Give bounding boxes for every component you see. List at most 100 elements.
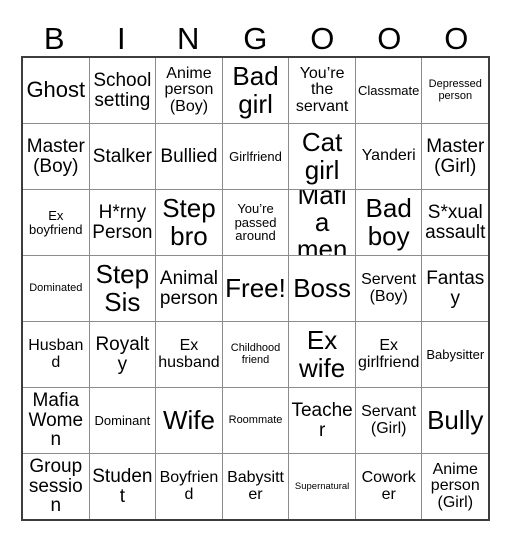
bingo-cell-label: Ghost (26, 77, 86, 103)
bingo-cell-label: Student (92, 465, 153, 507)
bingo-cell-label: Supernatural (294, 480, 350, 492)
bingo-cell-label: Ex wife (298, 325, 346, 383)
bingo-cell[interactable]: Supernatural (288, 454, 355, 519)
bingo-cell-label: Ex husband (158, 336, 220, 371)
bingo-cell-label: Fantasy (426, 267, 485, 309)
bingo-cell-label: Group session (28, 455, 83, 517)
bingo-cell[interactable]: You’re passed around (221, 190, 289, 255)
bingo-cell-label: H*rny Person (92, 201, 153, 243)
bingo-cell[interactable]: Servant (Girl) (354, 388, 422, 453)
bingo-cell[interactable]: Bad girl (221, 58, 289, 123)
bingo-cell[interactable]: Wife (155, 388, 222, 453)
bingo-cell[interactable]: Coworker (354, 454, 422, 519)
bingo-cell[interactable]: Classmate (354, 58, 422, 123)
bingo-cell[interactable]: You’re the servant (288, 58, 355, 123)
bingo-cell[interactable]: Teacher (288, 388, 355, 453)
bingo-cell[interactable]: Master (Boy) (23, 124, 89, 189)
bingo-cell[interactable]: Yanderi (354, 124, 422, 189)
bingo-cell-label: Servent (Boy) (361, 270, 417, 305)
bingo-header-letter: G (243, 21, 268, 56)
bingo-cell[interactable]: Stalker (88, 124, 156, 189)
bingo-header-letter: I (116, 21, 127, 56)
bingo-cell-label: Anime person (Girl) (430, 460, 480, 511)
bingo-cell-label: Ex boyfriend (29, 207, 83, 237)
bingo-cell-label: You’re passed around (234, 201, 277, 244)
bingo-cell[interactable]: Animal person (155, 256, 222, 321)
bingo-cell-label: Teacher (291, 399, 353, 441)
bingo-cell[interactable]: S*xual assault (421, 190, 488, 255)
bingo-cell[interactable]: Boyfriend (155, 454, 222, 519)
bingo-cell[interactable]: Dominant (88, 388, 156, 453)
bingo-cell[interactable]: Royalty (88, 322, 156, 387)
bingo-cell-label: Bullied (160, 145, 218, 167)
bingo-cell-label: Husband (28, 336, 84, 371)
bingo-cell-label: Free! (225, 272, 286, 303)
bingo-cell[interactable]: H*rny Person (88, 190, 156, 255)
bingo-cell-label: School setting (93, 69, 152, 111)
bingo-cell[interactable]: Babysitter (421, 322, 488, 387)
bingo-cell[interactable]: Fantasy (421, 256, 488, 321)
bingo-cell[interactable]: Anime person (Girl) (421, 454, 488, 519)
bingo-cell-label: Step bro (162, 193, 216, 251)
bingo-cell-label: Master (Girl) (426, 135, 485, 177)
bingo-cell-label: Master (Boy) (26, 135, 85, 177)
bingo-cell-label: Childhood friend (230, 342, 281, 366)
bingo-cell-label: Mafia men (296, 190, 348, 255)
bingo-header-letter: O (377, 21, 402, 56)
bingo-cell-label: Girlfriend (229, 148, 282, 164)
bingo-cell-label: Depressed person (428, 78, 482, 102)
bingo-header-letter: O (444, 21, 469, 56)
bingo-row: Ex boyfriend H*rny Person Step bro You’re p… (23, 189, 488, 255)
bingo-row: Ghost School setting Anime person (Boy) Bad… (23, 58, 488, 123)
bingo-cell[interactable]: Ex husband (155, 322, 222, 387)
bingo-cell-label: Stalker (92, 145, 152, 167)
bingo-cell-label: Boyfriend (159, 468, 219, 503)
bingo-grid: Ghost School setting Anime person (Boy) Bad… (21, 56, 490, 521)
bingo-cell-label: Ex girlfriend (358, 336, 420, 371)
bingo-cell-label: Bad girl (232, 61, 279, 119)
bingo-cell[interactable]: Servent (Boy) (354, 256, 422, 321)
bingo-cell[interactable]: Girlfriend (221, 124, 289, 189)
bingo-cell[interactable]: Mafia men (288, 190, 355, 255)
bingo-cell-label: You’re the servant (295, 64, 349, 115)
bingo-cell[interactable]: Ex girlfriend (354, 322, 422, 387)
bingo-cell[interactable]: Roommate (221, 388, 289, 453)
bingo-card: B I N G O O O Ghost School setting Anime person … (21, 14, 490, 521)
bingo-cell[interactable]: Ex boyfriend (23, 190, 89, 255)
bingo-cell[interactable]: Ghost (23, 58, 89, 123)
bingo-cell[interactable]: Anime person (Boy) (155, 58, 222, 123)
bingo-cell[interactable]: Cat girl (288, 124, 355, 189)
bingo-cell[interactable]: Bad boy (354, 190, 422, 255)
bingo-cell[interactable]: Mafia Women (23, 388, 89, 453)
bingo-cell[interactable]: Bullied (155, 124, 222, 189)
bingo-cell[interactable]: Boss (288, 256, 355, 321)
bingo-cell[interactable]: Step bro (155, 190, 222, 255)
bingo-cell-label: S*xual assault (425, 201, 486, 243)
bingo-cell[interactable]: Bully (421, 388, 488, 453)
bingo-cell[interactable]: Master (Girl) (421, 124, 488, 189)
bingo-cell-label: Wife (162, 404, 215, 435)
bingo-cell-label: Babysitter (227, 468, 284, 503)
bingo-cell-label: Classmate (357, 82, 420, 98)
bingo-cell[interactable]: Dominated (23, 256, 89, 321)
bingo-cell-label: Coworker (361, 468, 416, 503)
bingo-cell-label: Bad boy (365, 193, 412, 251)
bingo-cell[interactable]: Husband (23, 322, 89, 387)
bingo-cell[interactable]: Ex wife (288, 322, 355, 387)
bingo-cell[interactable]: Student (88, 454, 156, 519)
bingo-cell[interactable]: Babysitter (221, 454, 289, 519)
bingo-cell[interactable]: Step Sis (88, 256, 156, 321)
bingo-header-letters: BINGOOO (21, 14, 490, 56)
bingo-cell[interactable]: Depressed person (421, 58, 488, 123)
bingo-free-space[interactable]: Free! (221, 256, 289, 321)
bingo-cell-label: Bully (427, 404, 484, 435)
bingo-cell-label: Servant (Girl) (361, 402, 417, 437)
bingo-cell[interactable]: School setting (88, 58, 156, 123)
bingo-cell-label: Babysitter (426, 346, 485, 362)
bingo-cell[interactable]: Group session (23, 454, 89, 519)
bingo-cell[interactable]: Childhood friend (221, 322, 289, 387)
bingo-header-letter: O (310, 21, 335, 56)
bingo-cell-label: Anime person (Boy) (164, 64, 214, 115)
bingo-cell-label: Roommate (228, 413, 283, 426)
bingo-row: Husband Royalty Ex husband Childhood friend… (23, 321, 488, 387)
